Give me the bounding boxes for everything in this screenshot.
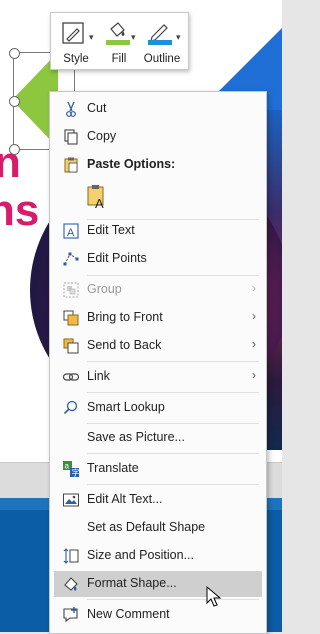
paste-keep-text-only-button[interactable]: A [50,182,266,214]
menu-item-label: Bring to Front [87,310,163,324]
menu-item-label: Paste Options: [87,157,176,171]
menu-item-label: Save as Picture... [87,430,185,444]
copy-icon [64,129,78,145]
menu-item-label: Format Shape... [87,576,177,590]
chevron-down-icon: ▾ [176,32,181,42]
fill-label: Fill [111,53,127,65]
search-icon [63,400,78,415]
context-menu: Cut Copy Paste Options: A A Edit Text Ed… [49,91,267,634]
paint-bucket-icon [106,22,130,45]
size-position-icon [63,548,79,564]
bring-to-front-icon [63,310,79,326]
menu-item-label: Edit Text [87,223,135,237]
chevron-right-icon: › [252,281,256,295]
menu-item-label: Copy [87,129,117,143]
style-button[interactable]: ▾ Style [55,19,97,65]
menu-item-cut[interactable]: Cut [50,96,266,122]
menu-item-edit-text[interactable]: A Edit Text [50,218,266,244]
pen-outline-icon [148,24,172,45]
menu-item-set-default-shape[interactable]: Set as Default Shape [50,515,266,541]
alt-text-icon [63,493,79,507]
menu-item-label: Send to Back [87,338,162,352]
menu-item-bring-to-front[interactable]: Bring to Front › [50,305,266,331]
svg-text:a: a [65,462,70,471]
menu-item-label: Edit Points [87,251,147,265]
menu-separator [87,599,259,600]
menu-item-group: Group › [50,277,266,303]
edit-text-icon: A [63,223,79,239]
menu-item-label: Edit Alt Text... [87,492,163,506]
menu-separator [87,361,259,362]
resize-handle-middle-left[interactable] [9,96,20,107]
mini-toolbar: ▾ Style ▾ Fill ▾ Outline [50,12,189,70]
menu-separator [87,275,259,276]
menu-item-link[interactable]: Link › [50,364,266,390]
menu-item-label: New Comment [87,607,170,621]
fill-button[interactable]: ▾ Fill [99,19,139,65]
outline-label: Outline [143,53,181,65]
svg-text:A: A [67,227,75,239]
menu-item-edit-points[interactable]: Edit Points [50,246,266,272]
menu-item-smart-lookup[interactable]: Smart Lookup [50,395,266,421]
menu-item-paste-options: Paste Options: [50,152,266,178]
resize-handle-top-left[interactable] [9,48,20,59]
chevron-right-icon: › [252,309,256,323]
translate-icon: a 字 [63,461,80,478]
new-comment-icon [63,607,78,623]
menu-item-label: Set as Default Shape [87,520,206,534]
format-shape-icon [64,577,78,591]
scissors-icon [66,101,76,117]
chevron-right-icon: › [252,337,256,351]
menu-separator [87,423,259,424]
menu-item-copy[interactable]: Copy [50,124,266,150]
group-icon [63,282,79,298]
style-label: Style [63,53,89,65]
menu-item-label: Cut [87,101,107,115]
menu-item-label: Translate [87,461,139,475]
chevron-right-icon: › [252,368,256,382]
chevron-down-icon: ▾ [89,32,94,42]
clipboard-icon [64,157,78,173]
menu-item-label: Smart Lookup [87,400,165,414]
menu-item-size-and-position[interactable]: Size and Position... [50,543,266,569]
svg-text:A: A [95,196,104,210]
menu-item-label: Size and Position... [87,548,195,562]
menu-separator [87,453,259,454]
mouse-pointer-icon [206,586,222,607]
slide-title-fragment-2: ns [0,186,40,235]
menu-separator [87,392,259,393]
menu-separator [87,484,259,485]
paste-text-only-icon: A [87,185,104,210]
svg-text:字: 字 [72,468,80,478]
menu-item-send-to-back[interactable]: Send to Back › [50,333,266,359]
resize-handle-bottom-left[interactable] [9,144,20,155]
outline-button[interactable]: ▾ Outline [139,19,185,65]
menu-item-save-as-picture[interactable]: Save as Picture... [50,425,266,451]
menu-item-label: Link [87,369,110,383]
edit-points-icon [63,252,79,266]
menu-item-translate[interactable]: a 字 Translate [50,456,266,482]
menu-item-new-comment[interactable]: New Comment [50,602,266,628]
chevron-down-icon: ▾ [131,32,136,42]
shape-style-icon [62,22,84,44]
send-to-back-icon [63,338,79,354]
menu-item-label: Group [87,282,122,296]
menu-item-edit-alt-text[interactable]: Edit Alt Text... [50,487,266,513]
menu-item-format-shape[interactable]: Format Shape... [54,571,262,597]
link-icon [62,373,80,381]
